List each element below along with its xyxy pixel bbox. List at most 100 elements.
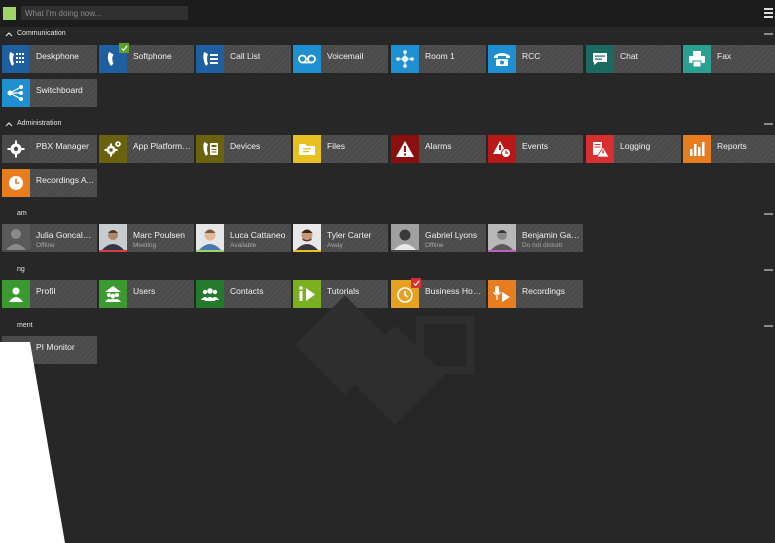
tile-label: Users bbox=[133, 286, 156, 296]
folder-icon bbox=[293, 135, 321, 163]
tile-users[interactable]: Users bbox=[99, 280, 194, 308]
section-header-development[interactable]: ment bbox=[0, 322, 775, 332]
tile-person-tyler[interactable]: Tyler Carter Away bbox=[293, 224, 388, 252]
tile-alarms[interactable]: Alarms bbox=[391, 135, 486, 163]
tile-label: Room 1 bbox=[425, 51, 455, 61]
tile-deskphone[interactable]: Deskphone bbox=[2, 45, 97, 73]
person-status: Away bbox=[327, 242, 343, 249]
tile-chat[interactable]: Chat bbox=[586, 45, 681, 73]
chevron-up-icon[interactable] bbox=[5, 30, 13, 38]
section-title: Administration bbox=[17, 120, 62, 127]
top-bar bbox=[0, 0, 775, 27]
collapse-icon[interactable] bbox=[764, 123, 773, 125]
person-status: Offline bbox=[425, 242, 444, 249]
section-header-administration[interactable]: Administration bbox=[0, 120, 775, 130]
tile-app-platform[interactable]: App Platform ... bbox=[99, 135, 194, 163]
tile-rcc[interactable]: RCC bbox=[488, 45, 583, 73]
tile-devices[interactable]: Devices bbox=[196, 135, 291, 163]
tile-person-julia[interactable]: Julia Goncalve... Offline bbox=[2, 224, 97, 252]
info-play-icon bbox=[293, 280, 321, 308]
tile-label: Fax bbox=[717, 51, 732, 61]
person-status: Offline bbox=[36, 242, 55, 249]
call-list-icon bbox=[196, 45, 224, 73]
gear-icon bbox=[2, 135, 30, 163]
presence-bar bbox=[2, 250, 30, 252]
tile-pbx-manager[interactable]: PBX Manager bbox=[2, 135, 97, 163]
tile-label: RCC bbox=[522, 51, 541, 61]
section-header-communication[interactable]: Communication bbox=[0, 30, 775, 40]
avatar bbox=[488, 224, 516, 250]
chevron-up-icon[interactable] bbox=[5, 120, 13, 128]
tile-tutorials[interactable]: Tutorials bbox=[293, 280, 388, 308]
section-header-team[interactable]: am bbox=[0, 210, 775, 220]
voicemail-icon bbox=[293, 45, 321, 73]
section-title: ng bbox=[17, 266, 25, 273]
tile-label: Events bbox=[522, 141, 548, 151]
person-status: Meeting bbox=[133, 242, 157, 249]
avatar bbox=[293, 224, 321, 250]
collapse-icon[interactable] bbox=[764, 325, 773, 327]
section-header-setting[interactable]: ng bbox=[0, 266, 775, 276]
tile-recordings-admin[interactable]: Recordings A... bbox=[2, 169, 97, 197]
tile-room-1[interactable]: Room 1 bbox=[391, 45, 486, 73]
tile-person-luca[interactable]: Luca Cattaneo Available bbox=[196, 224, 291, 252]
tile-label: Chat bbox=[620, 51, 638, 61]
tile-softphone[interactable]: Softphone bbox=[99, 43, 194, 73]
contacts-icon bbox=[196, 280, 224, 308]
tile-api-monitor[interactable]: PI Monitor bbox=[2, 336, 97, 364]
collapse-icon[interactable] bbox=[764, 269, 773, 271]
tile-label: Deskphone bbox=[36, 51, 80, 61]
tile-business-hours[interactable]: Business Hours bbox=[391, 278, 486, 308]
person-status: Available bbox=[230, 242, 257, 249]
event-clock-icon bbox=[488, 135, 516, 163]
tile-label: Recordings A... bbox=[36, 175, 94, 185]
tile-switchboard[interactable]: Switchboard bbox=[2, 79, 97, 107]
section-title: am bbox=[17, 210, 27, 217]
section-title: Communication bbox=[17, 30, 66, 37]
monitor-icon bbox=[2, 336, 30, 364]
tile-logging[interactable]: Logging bbox=[586, 135, 681, 163]
tile-label: Tutorials bbox=[327, 286, 360, 296]
avatar bbox=[391, 224, 419, 250]
tile-person-gabriel[interactable]: Gabriel Lyons Offline bbox=[391, 224, 486, 252]
tile-label: Reports bbox=[717, 141, 747, 151]
tile-recordings[interactable]: Recordings bbox=[488, 280, 583, 308]
clock-icon bbox=[2, 169, 30, 197]
log-warning-icon bbox=[586, 135, 614, 163]
tile-voicemail[interactable]: Voicemail bbox=[293, 45, 388, 73]
hamburger-menu-icon[interactable] bbox=[764, 8, 773, 18]
users-icon bbox=[99, 280, 127, 308]
tile-person-marc[interactable]: Marc Poulsen Meeting bbox=[99, 224, 194, 252]
status-input[interactable] bbox=[21, 6, 188, 20]
tile-files[interactable]: Files bbox=[293, 135, 388, 163]
active-check-icon bbox=[411, 278, 421, 288]
tile-profil[interactable]: Profil bbox=[2, 280, 97, 308]
active-check-icon bbox=[119, 43, 129, 53]
person-name: Benjamin Gail... bbox=[522, 230, 580, 240]
tile-label: Call List bbox=[230, 51, 261, 61]
tile-label: Recordings bbox=[522, 286, 565, 296]
tile-events[interactable]: Events bbox=[488, 135, 583, 163]
tile-label: Profil bbox=[36, 286, 56, 296]
desk-telephone-icon bbox=[488, 45, 516, 73]
collapse-icon[interactable] bbox=[764, 213, 773, 215]
avatar bbox=[2, 224, 30, 250]
section-title: ment bbox=[17, 322, 33, 329]
avatar bbox=[99, 224, 127, 250]
presence-indicator[interactable] bbox=[3, 7, 16, 20]
tile-label: Softphone bbox=[133, 51, 172, 61]
person-status: Do not disturb bbox=[522, 242, 563, 249]
presence-bar bbox=[99, 250, 127, 252]
person-name: Gabriel Lyons bbox=[425, 230, 478, 240]
tile-person-benjamin[interactable]: Benjamin Gail... Do not disturb bbox=[488, 224, 583, 252]
collapse-icon[interactable] bbox=[764, 33, 773, 35]
tile-fax[interactable]: Fax bbox=[683, 45, 775, 73]
tile-contacts[interactable]: Contacts bbox=[196, 280, 291, 308]
tile-label: Business Hours bbox=[425, 286, 483, 296]
tile-reports[interactable]: Reports bbox=[683, 135, 775, 163]
network-room-icon bbox=[391, 45, 419, 73]
tile-label: Logging bbox=[620, 141, 651, 151]
person-name: Marc Poulsen bbox=[133, 230, 185, 240]
tile-label: Switchboard bbox=[36, 85, 83, 95]
tile-call-list[interactable]: Call List bbox=[196, 45, 291, 73]
